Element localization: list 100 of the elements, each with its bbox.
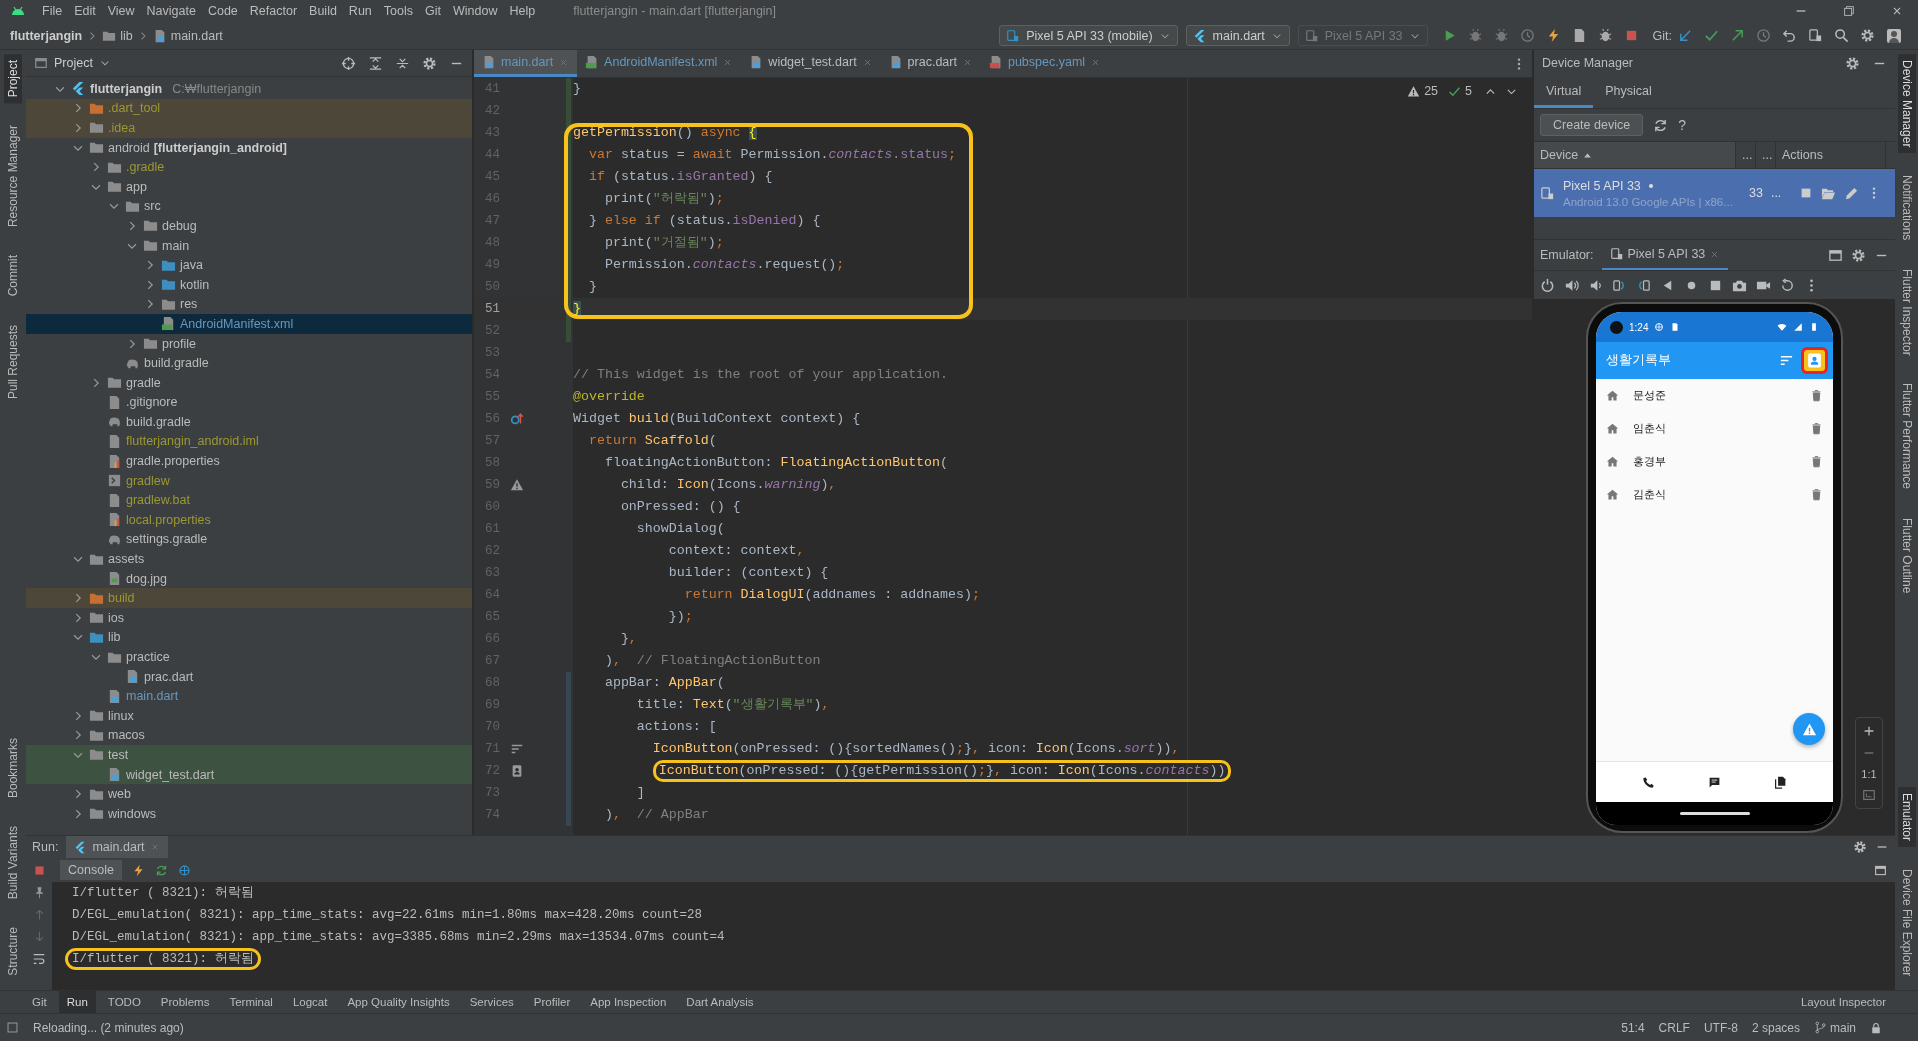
- tree-row[interactable]: gradle.properties: [26, 451, 472, 471]
- tree-row[interactable]: kotlin: [26, 274, 472, 295]
- running-device-tab[interactable]: Pixel 5 API 33: [1601, 240, 1729, 270]
- tree-row[interactable]: java: [26, 255, 472, 275]
- menu-item[interactable]: Tools: [377, 4, 419, 18]
- tree-row[interactable]: settings.gradle: [26, 529, 472, 550]
- tree-row[interactable]: windows: [26, 803, 472, 824]
- status-item[interactable]: 51:4: [1621, 1020, 1645, 1035]
- tool-window-button[interactable]: Logcat: [284, 991, 336, 1013]
- tree-row[interactable]: gradlew: [26, 470, 472, 491]
- bug-icon[interactable]: [1597, 28, 1613, 43]
- tool-window-tab[interactable]: Project: [4, 54, 22, 104]
- column-header-cell[interactable]: ...: [1756, 142, 1776, 168]
- locate-icon[interactable]: [341, 55, 356, 71]
- delete-icon[interactable]: [1810, 488, 1823, 501]
- avatar-icon[interactable]: [1886, 27, 1902, 44]
- breadcrumb[interactable]: main.dart: [170, 28, 223, 43]
- tool-window-button[interactable]: App Inspection: [582, 991, 675, 1013]
- settings-icon[interactable]: [1853, 840, 1867, 854]
- tree-row[interactable]: AndroidManifest.xml: [26, 314, 472, 334]
- menu-item[interactable]: Git: [419, 4, 447, 18]
- tree-row[interactable]: local.properties: [26, 510, 472, 530]
- window-icon[interactable]: [1828, 247, 1843, 263]
- tool-window-tab[interactable]: Resource Manager: [4, 119, 22, 234]
- bug-icon[interactable]: [1467, 28, 1483, 43]
- tool-window-tab[interactable]: Flutter Outline: [1897, 511, 1916, 599]
- phone-icon[interactable]: [1642, 775, 1656, 789]
- clock-icon[interactable]: [1519, 28, 1535, 43]
- tree-row[interactable]: lib: [26, 627, 472, 648]
- column-header-cell[interactable]: ...: [1736, 142, 1756, 168]
- rotate-right-icon[interactable]: [1636, 277, 1651, 293]
- git-branch[interactable]: main: [1814, 1020, 1856, 1035]
- contacts-icon[interactable]: [510, 764, 524, 778]
- tree-row[interactable]: test: [26, 745, 472, 765]
- zoom-in-icon[interactable]: [1862, 724, 1876, 738]
- menu-item[interactable]: Refactor: [243, 4, 304, 18]
- menu-item[interactable]: File: [36, 4, 69, 18]
- history-clock-icon[interactable]: [1756, 28, 1771, 43]
- arrow-icon[interactable]: [1730, 28, 1745, 43]
- tool-window-tab[interactable]: Device Manager: [1897, 54, 1916, 154]
- menu-item[interactable]: Window: [446, 4, 504, 18]
- editor-tab[interactable]: prac.dart: [880, 50, 981, 77]
- settings-icon[interactable]: [1860, 28, 1875, 43]
- tree-row[interactable]: .idea: [26, 118, 472, 138]
- tree-row[interactable]: android [flutterjangin_android]: [26, 137, 472, 158]
- tool-window-button[interactable]: Layout Inspector: [1792, 991, 1894, 1013]
- device-tab[interactable]: Physical: [1593, 76, 1664, 108]
- volume-up-icon[interactable]: [1564, 277, 1579, 293]
- status-item[interactable]: UTF-8: [1703, 1020, 1738, 1035]
- tool-window-button[interactable]: Dart Analysis: [678, 991, 762, 1013]
- column-header-cell[interactable]: Device: [1534, 142, 1736, 168]
- device-tab[interactable]: Virtual: [1534, 76, 1594, 108]
- tool-window-button[interactable]: Git: [24, 991, 55, 1013]
- tool-window-button[interactable]: Services: [461, 991, 522, 1013]
- tool-window-button[interactable]: Terminal: [221, 991, 281, 1013]
- column-header-cell[interactable]: Actions: [1776, 142, 1886, 168]
- soft-wrap-icon[interactable]: [32, 952, 46, 966]
- tree-row[interactable]: prac.dart: [26, 666, 472, 687]
- settings-icon[interactable]: [1851, 247, 1866, 263]
- breadcrumb[interactable]: lib: [120, 28, 133, 43]
- tree-row[interactable]: web: [26, 784, 472, 804]
- tool-window-tab[interactable]: Flutter Inspector: [1897, 262, 1916, 362]
- settings-icon[interactable]: [1845, 55, 1860, 71]
- tree-row[interactable]: macos: [26, 725, 472, 746]
- tool-window-tab[interactable]: Pull Requests: [4, 318, 22, 405]
- tree-row[interactable]: res: [26, 294, 472, 315]
- menu-item[interactable]: Run: [342, 4, 378, 18]
- status-item[interactable]: CRLF: [1658, 1020, 1690, 1035]
- breadcrumb[interactable]: flutterjangin: [10, 28, 83, 43]
- lock-icon[interactable]: [1870, 1021, 1882, 1034]
- tool-window-tab[interactable]: Emulator: [1897, 786, 1916, 847]
- checkmark-icon[interactable]: [1704, 28, 1719, 43]
- device-icon[interactable]: [1808, 28, 1823, 43]
- restore-icon[interactable]: [1842, 4, 1856, 18]
- arrow-icon[interactable]: [1678, 28, 1693, 43]
- restart-icon[interactable]: [154, 863, 168, 877]
- tool-window-tab[interactable]: Flutter Performance: [1897, 377, 1916, 496]
- tree-row[interactable]: assets: [26, 549, 472, 569]
- run-tab[interactable]: main.dart: [66, 836, 168, 858]
- toggle-panel-icon[interactable]: [6, 1021, 19, 1034]
- message-icon[interactable]: [1708, 775, 1721, 789]
- expand-all-icon[interactable]: [368, 55, 383, 71]
- sort-icon[interactable]: [510, 742, 524, 756]
- tree-row[interactable]: ios: [26, 608, 472, 628]
- tree-row[interactable]: dog.jpg: [26, 568, 472, 589]
- tree-row[interactable]: .dart_tool: [26, 98, 472, 119]
- tool-window-button[interactable]: App Quality Insights: [339, 991, 458, 1013]
- tool-window-tab[interactable]: Build Variants: [4, 820, 22, 906]
- delete-icon[interactable]: [1810, 389, 1823, 402]
- menu-item[interactable]: View: [101, 4, 141, 18]
- globe-icon[interactable]: [177, 863, 191, 877]
- contacts-button[interactable]: [1804, 350, 1825, 371]
- status-item[interactable]: 2 spaces: [1751, 1020, 1800, 1035]
- tree-row[interactable]: practice: [26, 647, 472, 667]
- tree-row[interactable]: flutterjangin_android.iml: [26, 431, 472, 452]
- layout-icon[interactable]: [1874, 863, 1887, 877]
- tree-row[interactable]: profile: [26, 333, 472, 354]
- tree-row[interactable]: debug: [26, 216, 472, 236]
- tool-window-button[interactable]: Problems: [152, 991, 218, 1013]
- refresh-icon[interactable]: [1653, 117, 1669, 133]
